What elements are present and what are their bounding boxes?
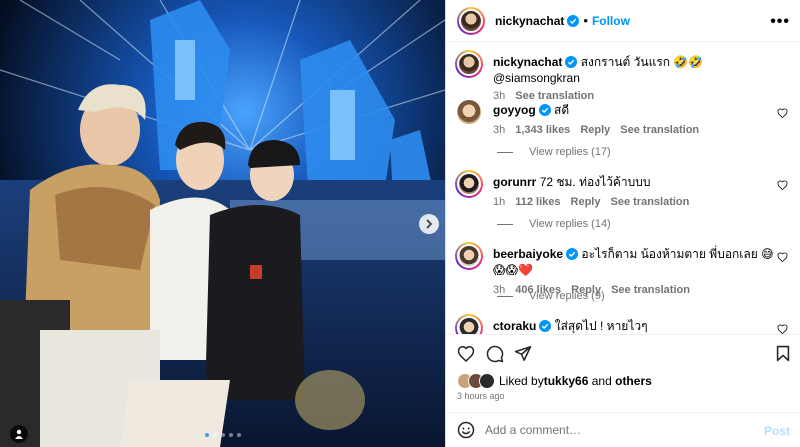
comment-avatar[interactable] [455, 242, 483, 270]
action-bar [446, 334, 800, 372]
likes-prefix: Liked by [499, 374, 544, 388]
verified-icon [538, 104, 551, 116]
view-replies-button[interactable]: View replies (9) [497, 290, 605, 302]
post-panel: nickynachat • Follow ••• nickynachat สงก… [445, 0, 800, 447]
caption-see-translation[interactable]: See translation [515, 90, 594, 102]
comment-text: สดี [554, 103, 570, 117]
comments-list: nickynachat สงกรานต์ วันแรก 🤣🤣 @siamsong… [446, 42, 800, 334]
liker-avatars [457, 373, 495, 389]
concert-photo [0, 0, 445, 447]
likes-middle: and [588, 374, 616, 388]
more-options-button[interactable]: ••• [770, 13, 790, 31]
carousel-dot [220, 433, 225, 437]
reply-button[interactable]: Reply [571, 196, 601, 208]
view-replies-label: View replies (14) [529, 218, 611, 230]
see-translation-button[interactable]: See translation [611, 196, 690, 208]
comment-username[interactable]: ctoraku [493, 319, 536, 333]
comment-avatar[interactable] [455, 170, 483, 198]
reply-button[interactable]: Reply [580, 124, 610, 136]
heart-icon[interactable] [777, 324, 788, 334]
carousel-dot [204, 433, 209, 437]
carousel-indicator [0, 433, 445, 437]
likes-summary: Liked by tukky66 and others [457, 373, 652, 389]
post-header: nickynachat • Follow ••• [446, 0, 800, 42]
carousel-dot [212, 433, 217, 437]
caption-time: 3h [493, 90, 506, 102]
heart-icon[interactable] [777, 108, 788, 118]
post-timestamp[interactable]: 3 hours ago [457, 391, 505, 401]
verified-icon [539, 320, 552, 332]
post-comment-button[interactable]: Post [764, 424, 790, 438]
comment-username[interactable]: gorunrr [493, 175, 536, 189]
comment-input[interactable] [485, 423, 755, 437]
share-icon[interactable] [514, 345, 532, 362]
author-username[interactable]: nickynachat [495, 14, 564, 28]
comment-likes[interactable]: 112 likes [515, 196, 560, 208]
view-replies-label: View replies (17) [529, 146, 611, 158]
view-replies-button[interactable]: View replies (14) [497, 218, 611, 230]
comment-text: ใส่สุดไป ! หายไวๆ [554, 319, 648, 333]
comment-time: 1h [493, 196, 506, 208]
post-photo [0, 0, 445, 447]
heart-icon[interactable] [457, 345, 475, 362]
heart-icon[interactable] [777, 252, 788, 262]
comment-likes[interactable]: 1,343 likes [515, 124, 570, 136]
comment-avatar[interactable] [457, 100, 481, 124]
verified-icon [567, 14, 580, 27]
view-replies-button[interactable]: View replies (17) [497, 146, 611, 158]
comment-username[interactable]: beerbaiyoke [493, 247, 563, 261]
see-translation-button[interactable]: See translation [611, 284, 690, 296]
liked-by-user[interactable]: tukky66 [544, 374, 589, 388]
caption-username[interactable]: nickynachat [493, 55, 562, 69]
liked-by-others[interactable]: others [615, 374, 652, 388]
caption-avatar[interactable] [455, 50, 483, 78]
carousel-dot [236, 433, 241, 437]
see-translation-button[interactable]: See translation [620, 124, 699, 136]
carousel-next-button[interactable] [419, 214, 439, 234]
follow-button[interactable]: Follow [592, 14, 630, 28]
comment-text: 72 ชม. ท่องไว้ค้าบบบ [539, 175, 651, 189]
add-comment-bar: Post [446, 412, 800, 447]
comment-icon[interactable] [486, 345, 504, 363]
comment-username[interactable]: goyyog [493, 103, 536, 117]
verified-icon [566, 248, 579, 260]
carousel-dot [228, 433, 233, 437]
bookmark-icon[interactable] [776, 345, 790, 362]
comment-time: 3h [493, 124, 506, 136]
view-replies-label: View replies (9) [529, 290, 605, 302]
separator-dot: • [583, 13, 588, 28]
chevron-right-icon [426, 219, 433, 229]
author-avatar[interactable] [457, 6, 485, 35]
verified-icon [565, 56, 578, 68]
comment-avatar[interactable] [455, 314, 483, 334]
heart-icon[interactable] [777, 180, 788, 190]
emoji-icon[interactable] [457, 421, 475, 439]
